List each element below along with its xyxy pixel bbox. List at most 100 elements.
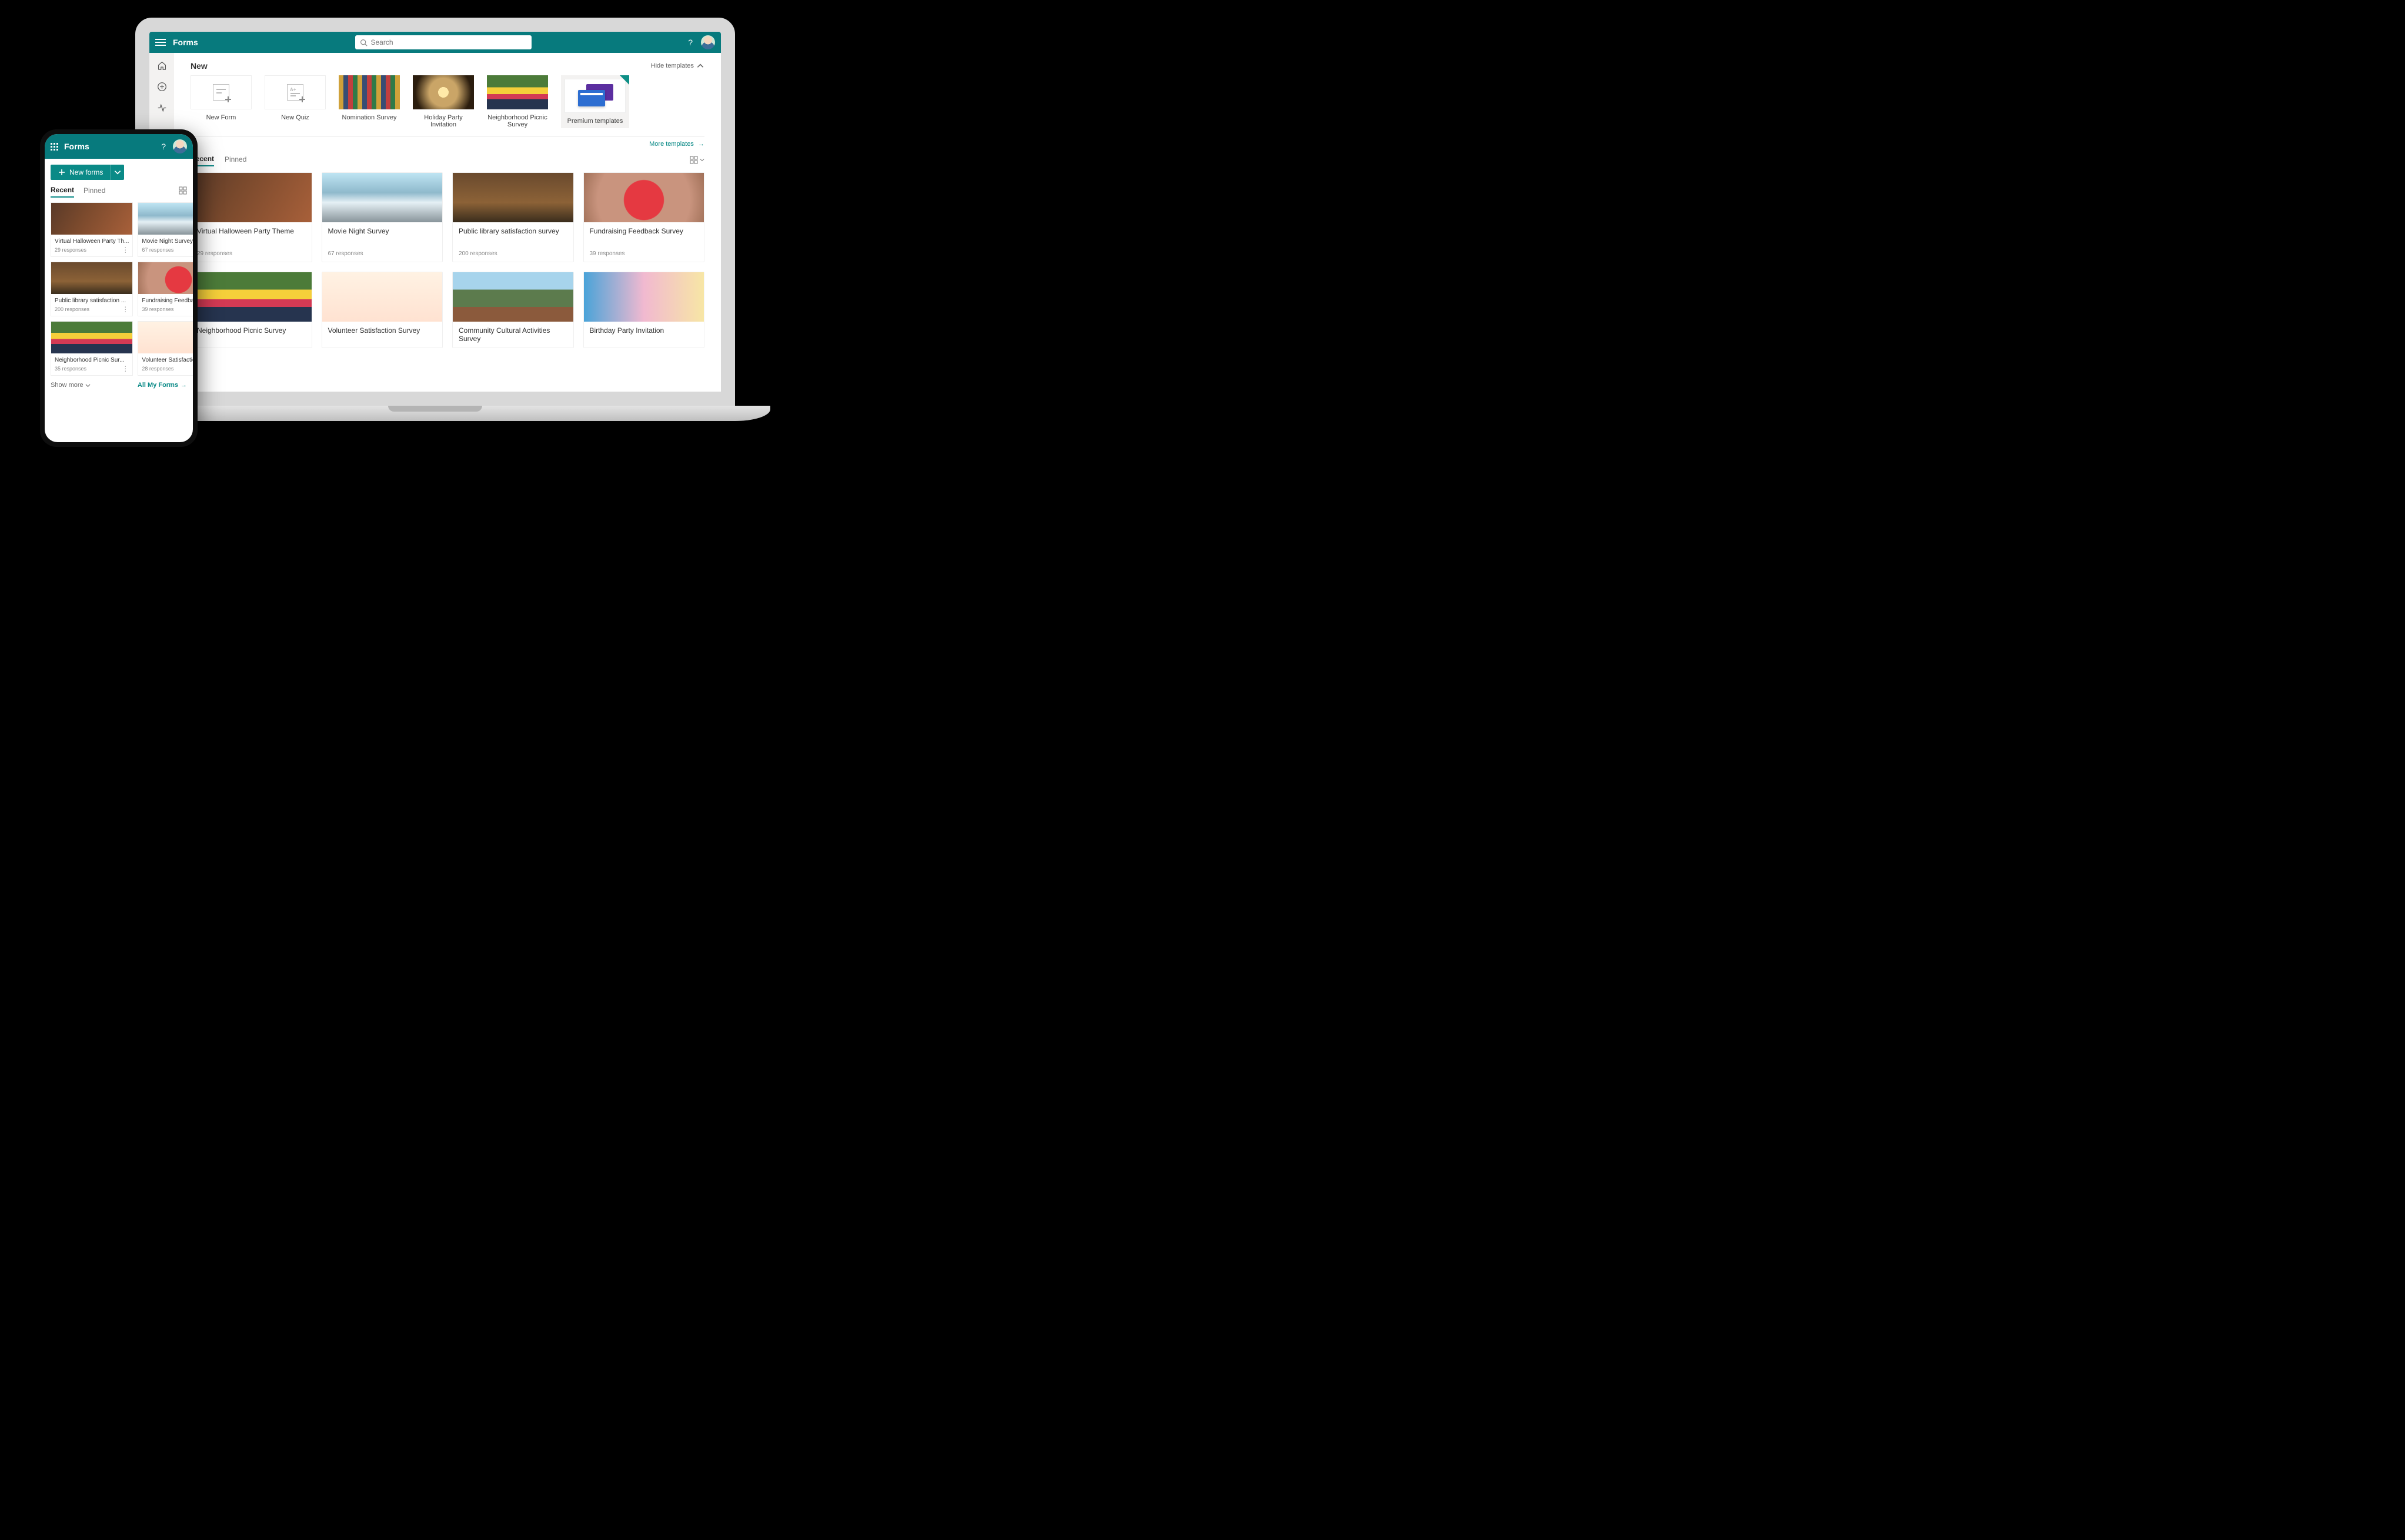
laptop-screen: Forms ? [135,18,735,406]
card-title: Movie Night Survey [322,222,443,250]
template-label: Neighborhood Picnic Survey [487,114,548,128]
card-menu-icon[interactable]: ⋮ [122,248,129,252]
card-meta: 200 responses [453,250,573,262]
hide-templates-link[interactable]: Hide templates [651,62,704,70]
chevron-down-icon [700,156,704,164]
hamburger-icon[interactable] [155,39,166,46]
new-forms-button[interactable]: New forms [51,165,110,180]
hide-templates-label: Hide templates [651,62,694,69]
card-thumb [453,272,573,322]
activity-icon[interactable] [156,102,167,113]
grid-icon [690,156,698,164]
form-card[interactable]: Community Cultural Activities Survey [452,272,574,348]
tab-pinned[interactable]: Pinned [83,186,105,197]
card-title: Public library satisfaction ... [51,294,132,305]
form-card[interactable]: Movie Night Survey 67 responses [322,172,443,262]
search-icon [360,39,368,46]
show-more-link[interactable]: Show more [51,382,91,389]
form-card[interactable]: Virtual Halloween Party Theme 29 respons… [191,172,312,262]
show-more-label: Show more [51,382,83,389]
card-title: Neighborhood Picnic Sur... [51,353,132,365]
plus-icon [58,168,66,176]
card-thumb [138,322,193,353]
phone-header-right: ? [161,139,187,153]
card-title: Virtual Halloween Party Theme [191,222,312,250]
template-nomination-survey[interactable]: Nomination Survey [339,75,400,128]
card-menu-icon[interactable]: ⋮ [122,366,129,371]
card-thumb [453,173,573,222]
template-new-quiz[interactable]: A+ New Quiz [265,75,326,128]
card-thumb [191,173,312,222]
card-title: Fundraising Feedback Sur... [138,294,193,305]
form-card[interactable]: Birthday Party Invitation [583,272,705,348]
template-premium[interactable]: Premium templates [561,75,629,128]
phone-body: New forms Recent Pinned Virtual Hallowee… [45,159,193,442]
phone-header: Forms ? [45,134,193,159]
desktop-tabs: Recent Pinned [191,155,704,166]
desktop-body: New Hide templates New Form A+ [149,53,721,392]
card-title: Community Cultural Activities Survey [453,322,573,348]
template-holiday-party[interactable]: Holiday Party Invitation [413,75,474,128]
form-card[interactable]: Virtual Halloween Party Th... 29 respons… [51,202,133,257]
new-forms-chevron[interactable] [110,165,124,180]
grid-icon [179,186,187,195]
new-section-title: New [191,61,208,71]
help-icon[interactable]: ? [688,38,693,47]
card-title: Movie Night Survey [138,235,193,246]
form-card[interactable]: Public library satisfaction survey 200 r… [452,172,574,262]
card-menu-icon[interactable]: ⋮ [122,307,129,312]
form-glyph-icon [213,84,229,101]
form-card[interactable]: Fundraising Feedback Survey 39 responses [583,172,705,262]
chevron-up-icon [696,62,704,70]
form-card[interactable]: Public library satisfaction ... 200 resp… [51,262,133,316]
card-thumb [191,272,312,322]
avatar[interactable] [173,139,187,153]
more-templates-link[interactable]: More templates → [191,141,704,148]
search-box[interactable] [355,35,532,49]
template-new-form[interactable]: New Form [191,75,252,128]
template-label: Holiday Party Invitation [413,114,474,128]
phone-screen: Forms ? New forms Recent Pinned [45,134,193,442]
phone-device: Forms ? New forms Recent Pinned [40,129,198,447]
card-title: Birthday Party Invitation [584,322,704,339]
card-meta: 67 responses [322,250,443,262]
arrow-right-icon: → [181,382,187,389]
tab-pinned[interactable]: Pinned [225,155,246,166]
card-thumb [138,262,193,294]
card-meta: 28 responses [142,366,173,372]
template-label: New Form [191,114,252,121]
help-icon[interactable]: ? [161,142,166,151]
desktop-header: Forms ? [149,32,721,53]
phone-cards: Virtual Halloween Party Th... 29 respons… [51,202,187,376]
view-toggle[interactable] [690,156,704,166]
tab-recent[interactable]: Recent [51,186,74,198]
all-my-forms-link[interactable]: All My Forms → [138,382,187,389]
form-card[interactable]: Neighborhood Picnic Sur... 35 responses ⋮ [51,321,133,376]
avatar[interactable] [701,35,715,49]
home-icon[interactable] [156,60,167,71]
new-forms-label: New forms [69,168,103,176]
form-card[interactable]: Movie Night Survey 67 responses⋮ [138,202,193,257]
card-meta: 67 responses [142,247,173,253]
waffle-icon[interactable] [51,143,58,151]
all-my-forms-label: All My Forms [138,382,178,389]
card-title: Virtual Halloween Party Th... [51,235,132,246]
search-input[interactable] [371,38,527,46]
template-neighborhood-picnic[interactable]: Neighborhood Picnic Survey [487,75,548,128]
form-card[interactable]: Fundraising Feedback Sur... 39 responses… [138,262,193,316]
template-label: Nomination Survey [339,114,400,121]
view-toggle[interactable] [179,186,187,198]
form-card[interactable]: Volunteer Satisfaction Survey [322,272,443,348]
template-label: New Quiz [265,114,326,121]
desktop-cards: Virtual Halloween Party Theme 29 respons… [191,172,704,348]
laptop-device: Forms ? [135,18,735,421]
new-icon[interactable] [156,81,167,92]
template-thumb [487,75,548,109]
card-title: Neighborhood Picnic Survey [191,322,312,339]
form-card[interactable]: Neighborhood Picnic Survey [191,272,312,348]
arrow-right-icon: → [698,141,704,148]
form-card[interactable]: Volunteer Satisfaction Sur... 28 respons… [138,321,193,376]
card-meta: 200 responses [55,306,89,312]
card-meta: 35 responses [55,366,86,372]
template-thumb [413,75,474,109]
